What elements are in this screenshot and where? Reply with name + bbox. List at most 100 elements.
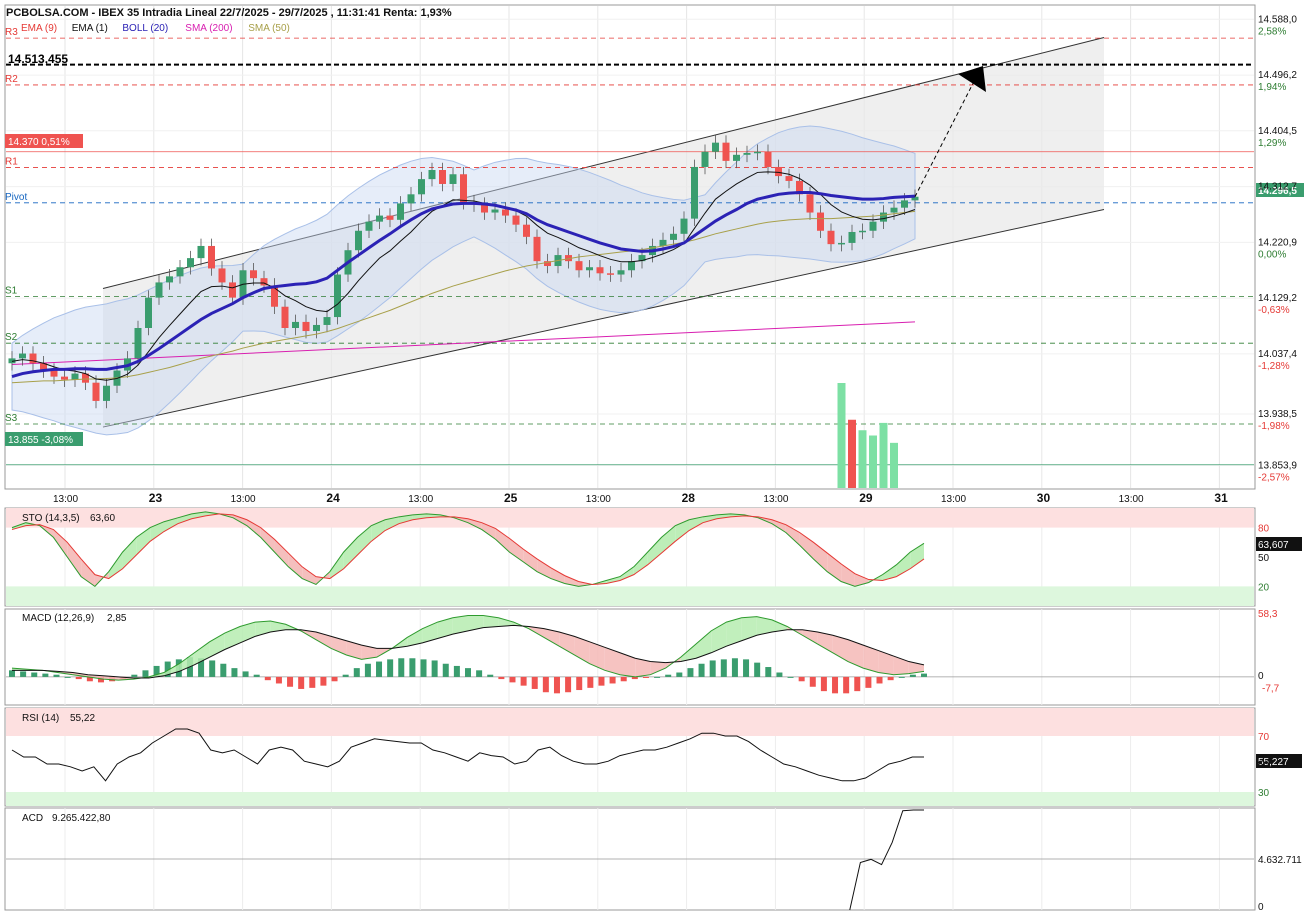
rsi-overbought-zone [6, 708, 1254, 736]
macd-hist-bar [364, 663, 371, 677]
legend-item: EMA (9) [21, 23, 57, 34]
macd-hist-bar [765, 667, 772, 677]
candle [292, 321, 299, 328]
pivot-label-s1: S1 [5, 285, 18, 296]
macd-hist-bar [832, 676, 839, 694]
macd-hist-bar [309, 676, 316, 688]
candle [166, 276, 173, 283]
rsi-tick-label: 70 [1258, 732, 1270, 743]
macd-hist-bar [921, 673, 927, 677]
macd-hist-bar [387, 659, 394, 677]
macd-hist-bar [353, 668, 360, 677]
candle [250, 270, 257, 279]
candle [61, 376, 68, 380]
candle [50, 370, 58, 377]
macd-hist-bar [553, 676, 560, 694]
acd-label: ACD [22, 813, 43, 824]
y-tick-label: 14.496,2 [1258, 70, 1297, 81]
sto-tick-label: 20 [1258, 582, 1270, 593]
macd-hist-bar [709, 660, 716, 677]
macd-hist-bar [64, 676, 71, 678]
x-tick-label: 28 [682, 491, 696, 505]
candle [323, 317, 331, 325]
volume-bar [848, 419, 856, 488]
y-tick-pct: -0,63% [1258, 305, 1290, 316]
sto-badge-text: 63,607 [1258, 540, 1289, 551]
candle [901, 200, 908, 208]
macd-hist-bar [376, 661, 383, 677]
macd-hist-bar [542, 676, 549, 693]
macd-hist-bar [754, 662, 761, 677]
sto-value: 63,60 [90, 513, 115, 524]
candle [386, 215, 394, 220]
chart-title: PCBOLSA.COM - IBEX 35 Intradia Lineal 22… [6, 7, 452, 19]
macd-hist-bar [431, 660, 438, 677]
candle [397, 203, 404, 220]
legend-item: BOLL (20) [122, 23, 168, 34]
macd-hist-bar [298, 676, 305, 689]
macd-hist-bar [420, 659, 427, 677]
macd-hist-bar [75, 676, 82, 680]
y-tick-label: 14.037,4 [1258, 349, 1297, 360]
macd-hist-bar [275, 676, 282, 684]
candle [449, 174, 457, 184]
pivot-label-pivot: Pivot [5, 192, 27, 203]
candle [691, 166, 698, 219]
candle [428, 170, 436, 180]
macd-hist-bar [787, 676, 794, 678]
candle [827, 230, 835, 245]
candle [145, 297, 152, 328]
y-tick-pct: -1,28% [1258, 361, 1290, 372]
macd-hist-bar [698, 663, 705, 677]
candle [155, 282, 163, 298]
macd-hist-bar [320, 676, 327, 686]
rsi-value: 55,22 [70, 713, 95, 724]
candle [670, 233, 677, 240]
macd-hist-bar [331, 676, 338, 682]
candle [596, 267, 604, 274]
macd-hist-bar [587, 676, 594, 688]
pivot-label-r2: R2 [5, 74, 18, 85]
x-tick-label: 29 [859, 491, 873, 505]
candle [460, 174, 467, 203]
macd-hist-bar [687, 668, 694, 677]
macd-hist-bar [909, 674, 916, 677]
rsi-label: RSI (14) [22, 713, 59, 724]
y-tick-label: 14.588,0 [1258, 14, 1297, 25]
candle [176, 267, 184, 277]
candle [712, 142, 719, 152]
candle [208, 245, 215, 269]
candle [512, 215, 520, 225]
pivot-label-s3: S3 [5, 413, 18, 424]
chart-canvas[interactable]: PCBOLSA.COM - IBEX 35 Intradia Lineal 22… [0, 0, 1310, 912]
candle [859, 230, 866, 233]
candle [19, 353, 26, 359]
x-tick-label: 23 [149, 491, 163, 505]
low-badge-text: 13.855 -3,08% [8, 435, 73, 446]
macd-tick-label: 0 [1258, 671, 1264, 682]
macd-label: MACD (12,26,9) [22, 613, 94, 624]
macd-hist-bar [20, 671, 27, 677]
candle [502, 209, 509, 216]
macd-hist-bar [31, 672, 38, 677]
y-tick-pct: -2,57% [1258, 472, 1290, 483]
y-tick-pct: 2,58% [1258, 26, 1286, 37]
candle [334, 274, 341, 318]
candle [586, 267, 593, 271]
candle [764, 151, 772, 167]
macd-hist-bar [776, 672, 783, 677]
volume-bar [869, 435, 877, 488]
x-tick-label: 13:00 [231, 494, 256, 505]
candle [365, 221, 373, 231]
legend-item: SMA (50) [248, 23, 290, 34]
x-tick-label: 13:00 [1119, 494, 1144, 505]
acd-value: 9.265.422,80 [52, 813, 111, 824]
macd-hist-bar [131, 674, 138, 677]
candle [722, 142, 730, 161]
sto-label: STO (14,3,5) [22, 513, 80, 524]
candle [271, 285, 278, 307]
candle [302, 321, 310, 332]
candle [607, 273, 614, 275]
y-tick-label: 14.312,7 [1258, 182, 1297, 193]
pivot-label-r1: R1 [5, 157, 18, 168]
